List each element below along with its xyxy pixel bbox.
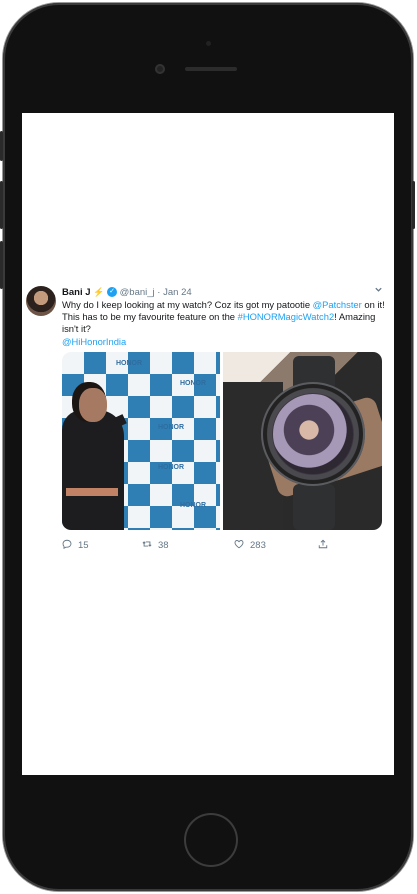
tweet-text: Why do I keep looking at my watch? Coz i…: [62, 299, 388, 348]
proximity-sensor: [206, 41, 211, 46]
mention-link[interactable]: @HiHonorIndia: [62, 336, 126, 347]
tweet-text-part: Why do I keep looking at my watch? Coz i…: [62, 299, 313, 310]
tweet-actions: 15 38 283: [62, 539, 382, 553]
backdrop-brand-text: HONOR: [180, 380, 207, 387]
backdrop-brand-text: HONOR: [158, 464, 185, 471]
side-button-silent: [0, 131, 3, 161]
retweet-count: 38: [158, 540, 169, 551]
watch-screen-photo: [273, 394, 353, 474]
photo-woman-at-backdrop[interactable]: HONOR HONOR HONOR HONOR HONOR: [62, 352, 220, 530]
backdrop-brand-text: HONOR: [116, 360, 143, 367]
retweet-icon: [142, 541, 152, 547]
earpiece-speaker: [185, 67, 237, 71]
hashtag-link[interactable]: #HONORMagicWatch2: [238, 311, 335, 322]
retweet-button[interactable]: 38: [142, 539, 169, 551]
lightning-emoji: ⚡: [93, 287, 105, 297]
backdrop-brand-text: HONOR: [180, 502, 207, 509]
photo-smartwatch-on-wrist[interactable]: [223, 352, 382, 530]
author-name[interactable]: Bani J: [62, 287, 91, 298]
chevron-down-icon[interactable]: [374, 285, 383, 296]
heart-icon: [234, 540, 244, 549]
tweet-card[interactable]: Bani J ⚡ ✓ @bani_j · Jan 24 Why do I kee…: [22, 281, 394, 557]
side-button-volume-up: [0, 181, 3, 229]
home-button[interactable]: [184, 813, 238, 867]
author-handle[interactable]: @bani_j: [120, 287, 155, 298]
phone-screen: Bani J ⚡ ✓ @bani_j · Jan 24 Why do I kee…: [22, 113, 394, 775]
avatar[interactable]: [26, 286, 56, 316]
watch-band: [293, 484, 335, 530]
like-count: 283: [250, 540, 266, 551]
tweet-date[interactable]: Jan 24: [163, 287, 192, 298]
mention-link[interactable]: @Patchster: [313, 299, 362, 310]
verified-badge-icon: ✓: [107, 287, 118, 298]
like-button[interactable]: 283: [234, 539, 266, 551]
person-belt: [66, 488, 118, 496]
reply-button[interactable]: 15: [62, 539, 89, 551]
share-icon: [318, 539, 328, 549]
front-camera: [155, 64, 165, 74]
dot-separator: ·: [157, 287, 161, 298]
side-button-volume-down: [0, 241, 3, 289]
tweet-media: HONOR HONOR HONOR HONOR HONOR: [62, 352, 382, 530]
person-head: [79, 388, 107, 422]
backdrop-brand-text: HONOR: [158, 424, 185, 431]
tweet-header: Bani J ⚡ ✓ @bani_j · Jan 24: [62, 287, 192, 298]
reply-count: 15: [78, 540, 89, 551]
side-button-power: [412, 181, 415, 229]
reply-icon: [62, 539, 72, 549]
share-button[interactable]: [318, 539, 334, 551]
